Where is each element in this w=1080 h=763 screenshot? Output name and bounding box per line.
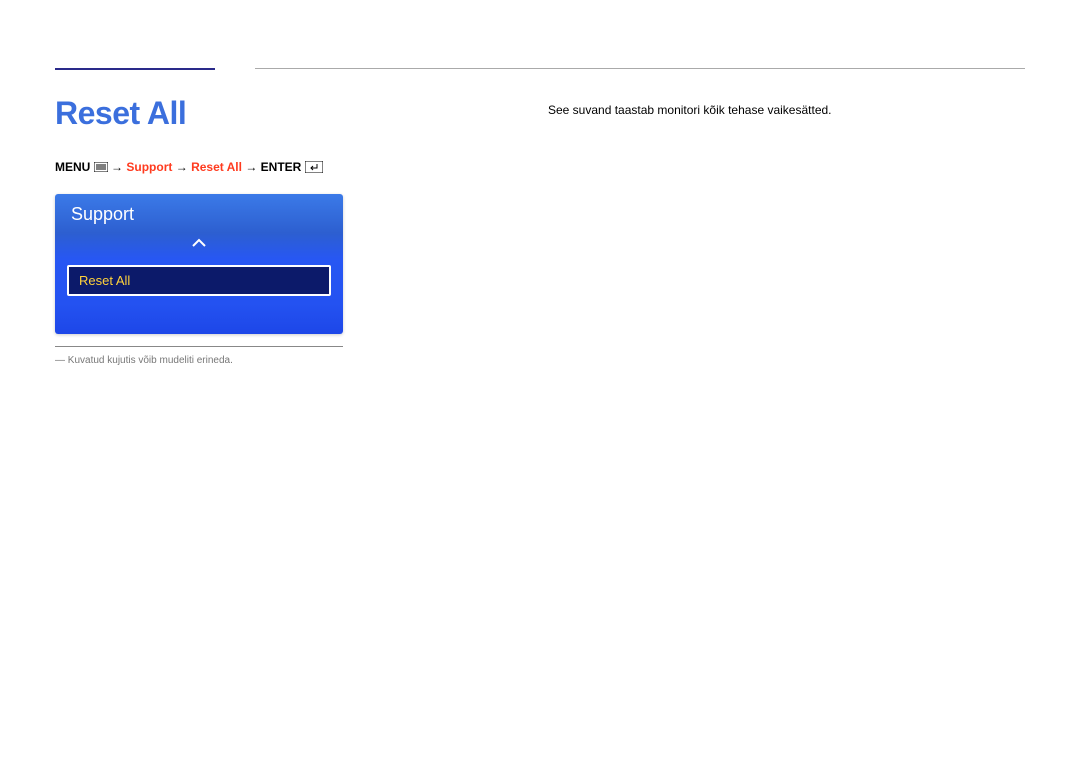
breadcrumb-arrow-3: → — [245, 160, 257, 174]
osd-footer — [55, 304, 343, 334]
breadcrumb-enter: ENTER — [261, 160, 302, 174]
osd-item-reset-all[interactable]: Reset All — [67, 265, 331, 296]
page-title: Reset All — [55, 95, 1025, 132]
osd-item-row: Reset All — [55, 259, 343, 304]
footnote-rule — [55, 346, 343, 347]
breadcrumb-reset-all: Reset All — [191, 160, 242, 174]
osd-header: Support — [55, 194, 343, 233]
breadcrumb-menu: MENU — [55, 160, 90, 174]
breadcrumb: MENU → Support → Reset All → ENTER — [55, 160, 1025, 176]
breadcrumb-arrow-2: → — [176, 160, 188, 174]
accent-rule-long — [255, 68, 1025, 69]
osd-scroll-up[interactable] — [55, 233, 343, 259]
accent-rule-short — [55, 68, 215, 70]
breadcrumb-arrow-1: → — [111, 160, 123, 174]
chevron-up-icon — [191, 235, 207, 252]
page-container: Reset All MENU → Support → Reset All → E… — [0, 0, 1080, 366]
enter-icon — [305, 161, 323, 176]
osd-panel: Support Reset All — [55, 194, 343, 334]
description-text: See suvand taastab monitori kõik tehase … — [548, 103, 832, 117]
breadcrumb-support: Support — [126, 160, 172, 174]
footnote: ― Kuvatud kujutis võib mudeliti erineda. — [55, 355, 1025, 366]
menu-icon — [94, 161, 108, 175]
